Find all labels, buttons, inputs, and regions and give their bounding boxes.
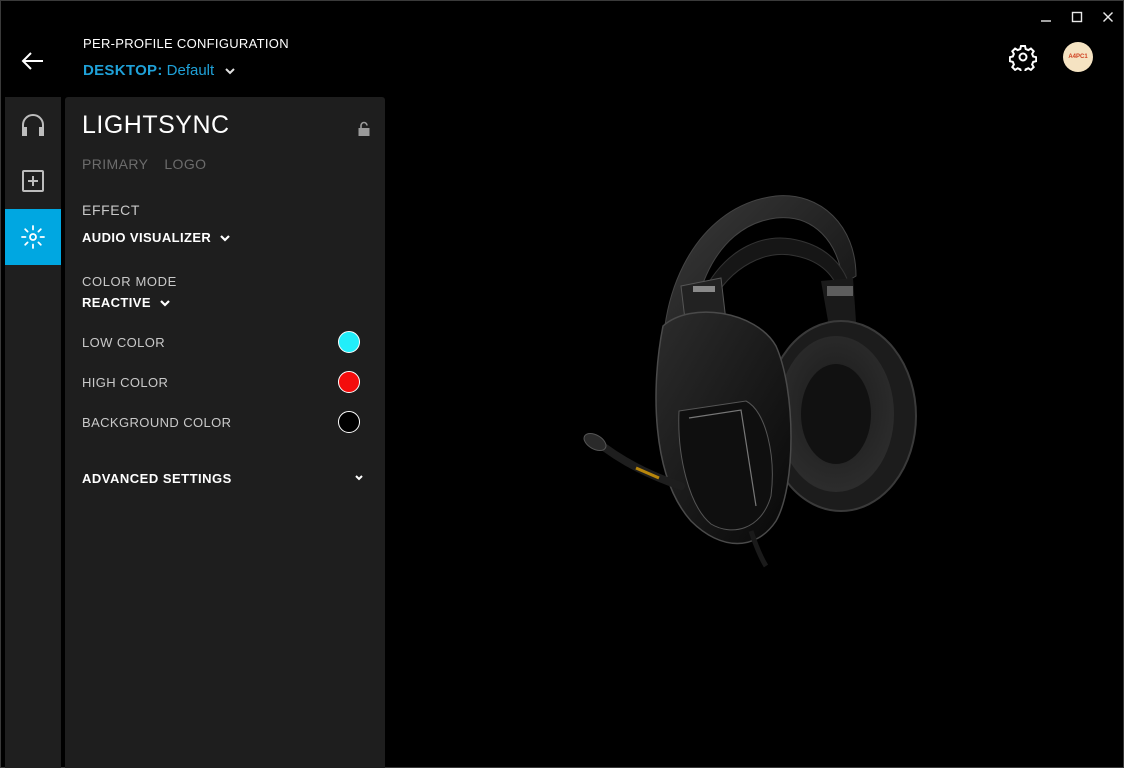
unlock-icon[interactable]	[357, 121, 371, 137]
high-color-label: HIGH COLOR	[82, 374, 169, 390]
back-button[interactable]	[17, 47, 49, 75]
chevron-down-icon	[159, 299, 171, 307]
profile-selector[interactable]: DESKTOP: Default	[83, 62, 236, 79]
low-color-row: LOW COLOR	[82, 330, 360, 354]
gear-icon	[1008, 45, 1038, 74]
effect-value: AUDIO VISUALIZER	[82, 230, 212, 245]
high-color-row: HIGH COLOR	[82, 370, 360, 394]
close-icon	[1103, 12, 1113, 22]
page-title: PER-PROFILE CONFIGURATION	[83, 36, 289, 51]
chevron-down-icon	[224, 67, 236, 75]
settings-button[interactable]	[1008, 43, 1038, 74]
high-color-swatch[interactable]	[338, 371, 360, 393]
color-mode-dropdown[interactable]: REACTIVE	[82, 295, 171, 310]
plus-square-icon	[22, 170, 44, 192]
advanced-settings-toggle[interactable]: ADVANCED SETTINGS	[82, 469, 364, 487]
maximize-button[interactable]	[1064, 7, 1090, 27]
background-color-row: BACKGROUND COLOR	[82, 410, 360, 434]
low-color-label: LOW COLOR	[82, 334, 166, 350]
color-mode-label: COLOR MODE	[82, 274, 177, 289]
headset-product-image	[583, 195, 917, 568]
profile-kind-label: DESKTOP:	[83, 62, 163, 79]
lightsync-icon	[21, 225, 45, 249]
advanced-settings-label: ADVANCED SETTINGS	[82, 470, 232, 486]
device-feature-rail	[5, 97, 61, 768]
background-color-label: BACKGROUND COLOR	[82, 414, 232, 430]
headset-icon	[22, 114, 44, 136]
maximize-icon	[1071, 11, 1083, 23]
back-arrow-icon	[21, 52, 43, 70]
rail-item-headset[interactable]	[5, 97, 61, 153]
rail-item-lightsync[interactable]	[5, 209, 61, 265]
minimize-button[interactable]	[1033, 7, 1059, 27]
background-color-swatch[interactable]	[338, 411, 360, 433]
rail-item-add[interactable]	[5, 153, 61, 209]
effect-label: EFFECT	[82, 202, 141, 218]
tab-logo[interactable]: LOGO	[164, 156, 206, 172]
lightsync-panel: LIGHTSYNC PRIMARY LOGO EFFECT AUDIO VISU…	[65, 97, 385, 768]
zone-tabs: PRIMARY LOGO	[82, 156, 206, 172]
app-window: PER-PROFILE CONFIGURATION DESKTOP: Defau…	[0, 0, 1124, 768]
low-color-swatch[interactable]	[338, 331, 360, 353]
close-button[interactable]	[1095, 7, 1121, 27]
minimize-icon	[1041, 20, 1051, 22]
chevron-down-icon	[355, 475, 363, 481]
effect-dropdown[interactable]: AUDIO VISUALIZER	[82, 230, 231, 245]
tab-primary[interactable]: PRIMARY	[82, 156, 148, 172]
color-mode-value: REACTIVE	[82, 295, 151, 310]
panel-title: LIGHTSYNC	[82, 111, 230, 139]
chevron-down-icon	[219, 234, 231, 242]
profile-name: Default	[166, 62, 215, 79]
avatar[interactable]: A4PC1	[1063, 42, 1093, 72]
